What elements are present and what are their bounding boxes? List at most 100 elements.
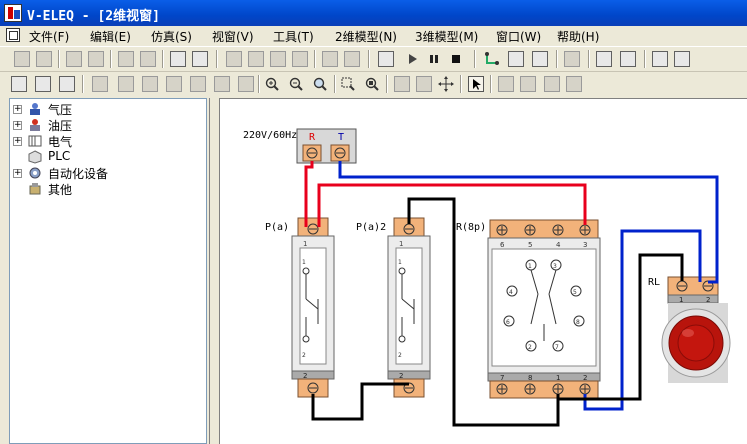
pause-icon[interactable] bbox=[426, 51, 442, 67]
power-source[interactable]: R T bbox=[296, 128, 357, 164]
relay-label: R(8p) bbox=[456, 222, 486, 233]
undo-icon[interactable] bbox=[322, 51, 338, 67]
relay-pin-number: 4 bbox=[556, 241, 561, 249]
layout-top-icon[interactable] bbox=[35, 76, 51, 92]
view-back-icon[interactable] bbox=[166, 76, 182, 92]
grid-1-icon[interactable] bbox=[498, 76, 514, 92]
relay-internal-label: 5 bbox=[573, 289, 577, 296]
save-disk-icon[interactable] bbox=[140, 51, 156, 67]
stop-icon[interactable] bbox=[448, 51, 464, 67]
expand-icon[interactable]: + bbox=[13, 137, 22, 146]
document-icon[interactable] bbox=[6, 28, 20, 42]
component2-label: P(a)2 bbox=[356, 222, 386, 233]
hydraulic-icon bbox=[27, 118, 43, 132]
play-icon[interactable] bbox=[404, 51, 420, 67]
document-view-icon[interactable] bbox=[508, 51, 524, 67]
view-iso-icon[interactable] bbox=[190, 76, 206, 92]
title-bar: V-ELEQ - [2维视窗] bbox=[0, 0, 747, 26]
tree-item-label: 气压 bbox=[48, 103, 73, 117]
power-source-label: 220V/60Hz bbox=[243, 130, 297, 141]
balance-icon[interactable] bbox=[596, 51, 612, 67]
book-icon[interactable] bbox=[674, 51, 690, 67]
view-bottom-icon[interactable] bbox=[214, 76, 230, 92]
relay-internal-label: 2 bbox=[528, 344, 532, 351]
zoom-in-icon[interactable] bbox=[264, 76, 280, 92]
expand-icon[interactable]: + bbox=[13, 169, 22, 178]
zoom-out-icon[interactable] bbox=[288, 76, 304, 92]
plc-icon bbox=[27, 150, 43, 164]
properties-icon[interactable] bbox=[378, 51, 394, 67]
relay-internal-label: 1 bbox=[528, 263, 532, 270]
copy-icon[interactable] bbox=[248, 51, 264, 67]
panel-splitter[interactable] bbox=[207, 98, 219, 444]
menu-tools[interactable]: 工具(T) bbox=[273, 28, 314, 45]
grid-2-icon[interactable] bbox=[520, 76, 536, 92]
relay-pin-number: 5 bbox=[528, 241, 532, 249]
view-3d-icon[interactable] bbox=[238, 76, 254, 92]
save-all-icon[interactable] bbox=[88, 51, 104, 67]
menu-help[interactable]: 帮助(H) bbox=[557, 28, 599, 45]
schematic-canvas[interactable]: 220V/60Hz R T P(a) 1 1 2 2 P(a)2 1 1 2 2… bbox=[219, 98, 747, 444]
zoom-fit-icon[interactable] bbox=[312, 76, 328, 92]
zoom-window-icon[interactable] bbox=[340, 76, 356, 92]
snap-icon[interactable] bbox=[394, 76, 410, 92]
menu-file[interactable]: 文件(F) bbox=[29, 28, 69, 45]
lamp-pin-number: 1 bbox=[679, 296, 683, 304]
paste-icon[interactable] bbox=[270, 51, 286, 67]
library-icon[interactable] bbox=[652, 51, 668, 67]
pressure-switch-2[interactable]: 1 1 2 2 bbox=[387, 217, 431, 398]
contact-number: 1 bbox=[398, 259, 402, 266]
view-top-icon[interactable] bbox=[142, 76, 158, 92]
menu-simulate[interactable]: 仿真(S) bbox=[151, 28, 192, 45]
toolbar-separator bbox=[386, 75, 388, 93]
menu-edit[interactable]: 编辑(E) bbox=[90, 28, 131, 45]
view-toolbar bbox=[0, 72, 747, 96]
open-file-icon[interactable] bbox=[36, 51, 52, 67]
rotate-icon[interactable] bbox=[416, 76, 432, 92]
cut-icon[interactable] bbox=[226, 51, 242, 67]
automation-icon bbox=[27, 166, 43, 180]
grid-4-icon[interactable] bbox=[566, 76, 582, 92]
view-front-icon[interactable] bbox=[92, 76, 108, 92]
relay-8pin[interactable]: 6 5 4 3 1 3 4 5 6 8 2 7 7 8 1 2 bbox=[487, 219, 601, 399]
save-icon[interactable] bbox=[66, 51, 82, 67]
wire-icon[interactable] bbox=[484, 51, 500, 67]
relay-internal-label: 6 bbox=[506, 319, 510, 326]
layout-full-icon[interactable] bbox=[59, 76, 75, 92]
menu-window[interactable]: 窗口(W) bbox=[496, 28, 541, 45]
zoom-all-icon[interactable] bbox=[364, 76, 380, 92]
expand-icon[interactable]: + bbox=[13, 105, 22, 114]
new-file-icon[interactable] bbox=[14, 51, 30, 67]
toolbar-separator bbox=[644, 50, 646, 68]
expand-icon[interactable]: + bbox=[13, 121, 22, 130]
report-icon[interactable] bbox=[564, 51, 580, 67]
redo-icon[interactable] bbox=[344, 51, 360, 67]
terminal-r-label: R bbox=[309, 132, 316, 143]
toolbar-separator bbox=[588, 50, 590, 68]
menu-view[interactable]: 视窗(V) bbox=[212, 28, 254, 45]
menu-3d-model[interactable]: 3维模型(M) bbox=[415, 28, 478, 45]
select-arrow-icon[interactable] bbox=[468, 76, 484, 92]
grid-3-icon[interactable] bbox=[544, 76, 560, 92]
toolbar-separator bbox=[460, 75, 462, 93]
toolbar-separator bbox=[82, 75, 84, 93]
move-icon[interactable] bbox=[438, 76, 454, 92]
view-side-icon[interactable] bbox=[118, 76, 134, 92]
pin-number: 1 bbox=[303, 240, 307, 248]
pressure-switch-1[interactable]: 1 1 2 2 bbox=[291, 217, 335, 398]
relay-internal-label: 4 bbox=[509, 289, 513, 296]
pin-number: 1 bbox=[399, 240, 403, 248]
layout-left-icon[interactable] bbox=[11, 76, 27, 92]
red-lamp[interactable]: 1 2 bbox=[661, 276, 731, 383]
print-preview-icon[interactable] bbox=[170, 51, 186, 67]
contact-number: 2 bbox=[302, 352, 306, 359]
lamp-pin-number: 2 bbox=[706, 296, 710, 304]
edit-document-icon[interactable] bbox=[532, 51, 548, 67]
tree-item-label: 油压 bbox=[48, 119, 73, 133]
menu-2d-model[interactable]: 2维模型(N) bbox=[335, 28, 397, 45]
open-folder-icon[interactable] bbox=[118, 51, 134, 67]
window-title: V-ELEQ - [2维视窗] bbox=[27, 9, 160, 24]
delete-icon[interactable] bbox=[292, 51, 308, 67]
print-icon[interactable] bbox=[192, 51, 208, 67]
help-pointer-icon[interactable] bbox=[620, 51, 636, 67]
